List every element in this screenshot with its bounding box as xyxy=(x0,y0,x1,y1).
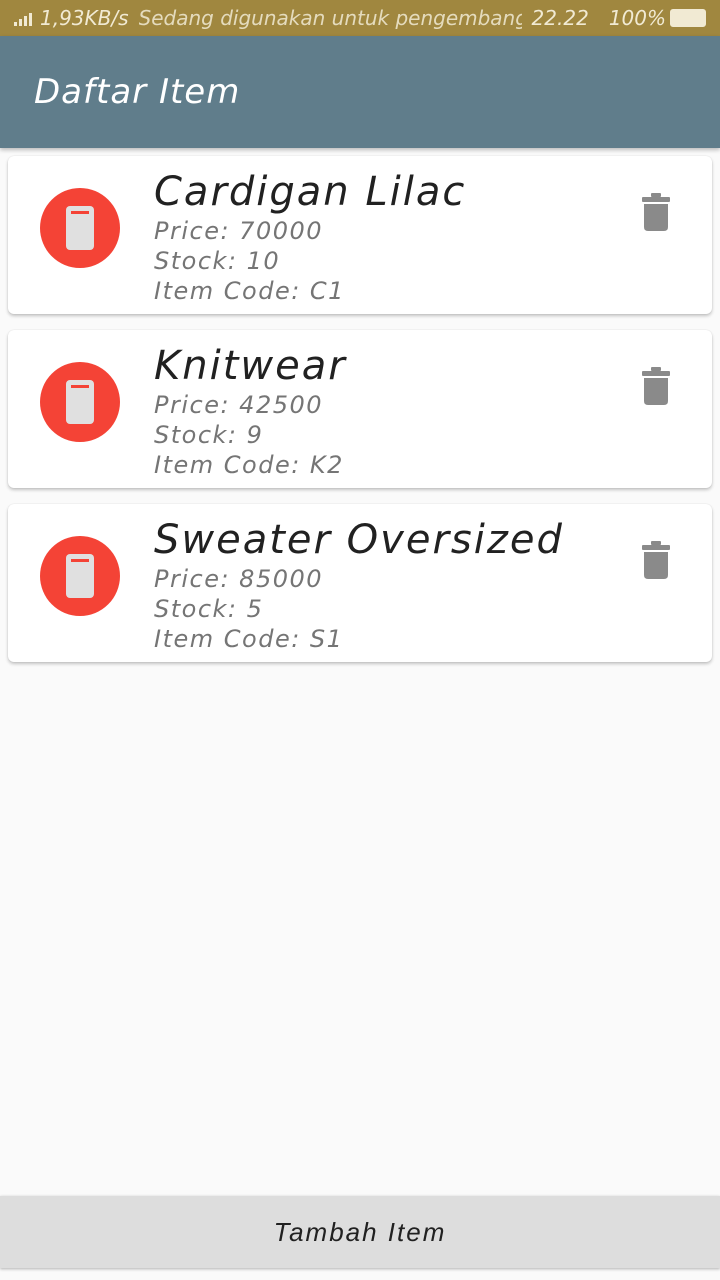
item-name: Sweater Oversized xyxy=(154,517,564,563)
battery-level: 100% xyxy=(608,6,666,30)
phone-icon xyxy=(66,380,94,424)
phone-icon xyxy=(66,554,94,598)
item-stock: Stock: 5 xyxy=(154,595,264,623)
status-bar: 1,93KB/s Sedang digunakan untuk pengemba… xyxy=(0,0,720,36)
status-time: 22.22 xyxy=(531,6,589,30)
item-code: Item Code: S1 xyxy=(154,625,344,653)
delete-button[interactable] xyxy=(640,540,672,580)
phone-icon xyxy=(66,206,94,250)
add-item-label: Tambah Item xyxy=(273,1216,447,1247)
network-speed: 1,93KB/s xyxy=(40,6,129,30)
item-avatar xyxy=(40,362,120,442)
item-price: Price: 85000 xyxy=(154,565,324,593)
add-item-button[interactable]: Tambah Item xyxy=(0,1196,720,1268)
trash-icon xyxy=(642,193,670,231)
item-stock: Stock: 10 xyxy=(154,247,281,275)
item-code: Item Code: K2 xyxy=(154,451,344,479)
trash-icon xyxy=(642,541,670,579)
item-code: Item Code: C1 xyxy=(154,277,345,305)
item-price: Price: 42500 xyxy=(154,391,324,419)
item-avatar xyxy=(40,188,120,268)
delete-button[interactable] xyxy=(640,366,672,406)
battery-indicator: 100% xyxy=(609,6,706,30)
item-list: Cardigan Lilac Price: 70000 Stock: 10 It… xyxy=(8,156,712,678)
page-title: Daftar Item xyxy=(34,72,241,112)
trash-icon xyxy=(642,367,670,405)
battery-icon xyxy=(670,9,706,27)
status-notification-text: Sedang digunakan untuk pengembangan, ket… xyxy=(138,6,522,30)
list-item[interactable]: Knitwear Price: 42500 Stock: 9 Item Code… xyxy=(8,330,712,488)
app-bar: Daftar Item xyxy=(0,36,720,148)
item-name: Knitwear xyxy=(154,343,347,389)
signal-icon xyxy=(14,10,32,26)
list-item[interactable]: Cardigan Lilac Price: 70000 Stock: 10 It… xyxy=(8,156,712,314)
item-avatar xyxy=(40,536,120,616)
list-item[interactable]: Sweater Oversized Price: 85000 Stock: 5 … xyxy=(8,504,712,662)
item-name: Cardigan Lilac xyxy=(154,169,467,215)
item-stock: Stock: 9 xyxy=(154,421,264,449)
item-price: Price: 70000 xyxy=(154,217,324,245)
delete-button[interactable] xyxy=(640,192,672,232)
